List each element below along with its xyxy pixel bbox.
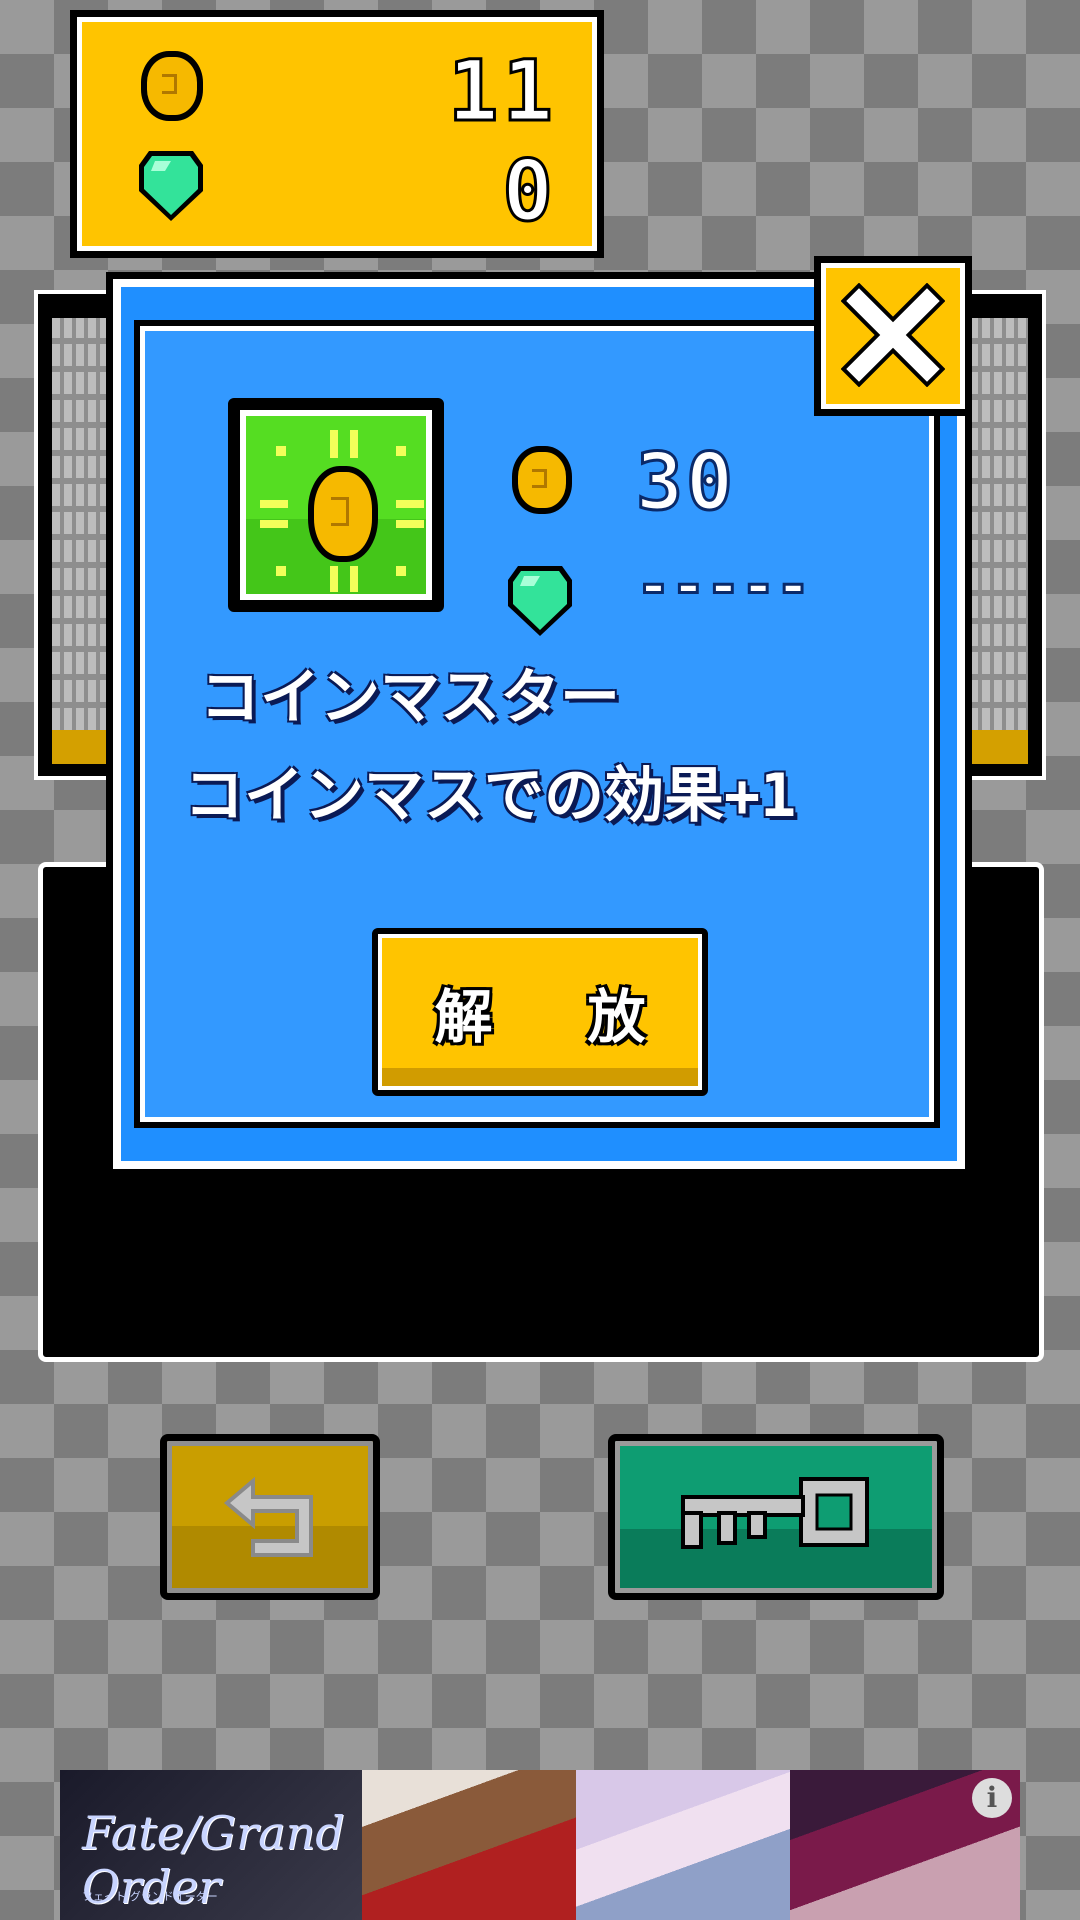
back-button[interactable] (160, 1434, 380, 1600)
unlock-button[interactable]: 解 放 (372, 928, 708, 1096)
ad-banner[interactable]: Fate/Grand Order フェイト/グランドオーダー i (60, 1770, 1020, 1920)
unlock-button-label: 解 放 (434, 983, 676, 1051)
item-card-coin-master (228, 398, 444, 612)
coin-icon (512, 446, 572, 514)
ad-character-image-2 (576, 1770, 790, 1920)
close-icon (841, 283, 945, 387)
coin-count: 11 (446, 42, 557, 140)
currency-panel: 11 0 (70, 10, 604, 258)
gem-count: 0 (501, 142, 557, 240)
key-button[interactable] (608, 1434, 944, 1600)
coin-icon (141, 51, 203, 121)
item-name: コインマスター (200, 663, 620, 733)
back-arrow-icon (223, 1476, 313, 1557)
coin-cost: 30 (635, 438, 736, 528)
item-description: コインマスでの効果+1 (184, 761, 797, 831)
ad-character-image-1 (362, 1770, 576, 1920)
gem-cost: ----- (635, 551, 813, 619)
key-icon (681, 1477, 869, 1549)
close-button[interactable] (814, 256, 972, 416)
info-icon[interactable]: i (972, 1778, 1012, 1818)
ad-logo: Fate/Grand Order フェイト/グランドオーダー (60, 1770, 362, 1920)
coin-icon (308, 466, 378, 562)
ad-logo-subtitle: フェイト/グランドオーダー (82, 1890, 218, 1903)
gem-icon (504, 560, 576, 640)
gem-icon (135, 145, 207, 225)
